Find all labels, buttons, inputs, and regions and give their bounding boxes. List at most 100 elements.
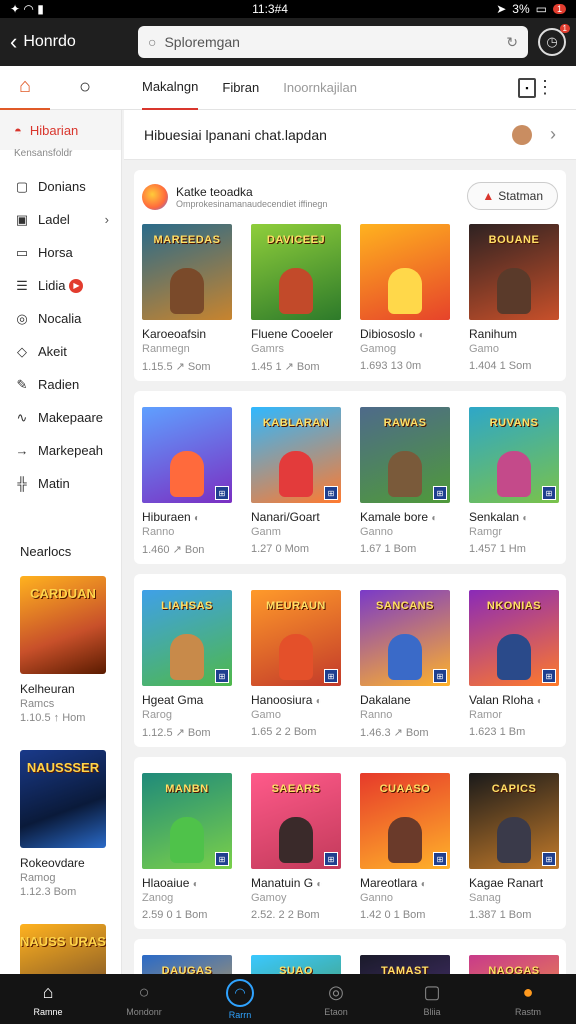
bottom-nav-play[interactable]: ◠ Rarrn: [200, 978, 280, 1020]
game-card[interactable]: TAMAST⊞: [360, 955, 450, 974]
game-card[interactable]: SUAO⊞: [251, 955, 341, 974]
bottom-nav-search[interactable]: ○ Mondonr: [104, 982, 184, 1017]
game-name-text: Karoeoafsin: [142, 327, 207, 341]
tab-inoornkajilan[interactable]: Inoornkajilan: [283, 66, 357, 110]
game-thumbnail[interactable]: DAUGAS⊞: [142, 955, 232, 974]
sidebar-item-label: Ladel: [38, 212, 70, 227]
sidebar-item-akeit[interactable]: ◇ Akeit: [0, 335, 121, 368]
game-thumbnail[interactable]: NKONIAS ⊞: [469, 590, 559, 686]
thumbnail-title: MEURAUN: [266, 600, 326, 612]
platform-badge-icon: ⊞: [433, 852, 447, 866]
back-button[interactable]: ‹ Honrdo: [10, 29, 128, 55]
game-thumbnail[interactable]: MANBN ⊞: [142, 773, 232, 869]
more-icon[interactable]: ⋮: [536, 77, 554, 98]
status-button[interactable]: ▲ Statman: [467, 182, 558, 210]
game-thumbnail[interactable]: RUVANS ⊞: [469, 407, 559, 503]
promo-banner[interactable]: Hibuesiai lpanani chat.lapdan ›: [124, 110, 576, 160]
sidebar-item-makepaare[interactable]: ∿ Makepaare: [0, 401, 121, 434]
sidebar-card[interactable]: NAUSSSER Rokeovdare Ramog 1.12.3 Bom: [0, 750, 121, 898]
game-card[interactable]: SAEARS ⊞ Manatuin G ◐ Gamoy 2.52. 2 2 Bom: [251, 773, 341, 921]
sidebar-item-active[interactable]: ◓ Hibarian: [0, 110, 121, 150]
game-thumbnail[interactable]: DAVICEEJ: [251, 224, 341, 320]
game-category: Ganm: [251, 526, 281, 538]
game-name: Fluene Cooeler: [251, 327, 341, 341]
game-card[interactable]: SANCANS ⊞ Dakalane Ranno 1.46.3 ↗ Bom: [360, 590, 450, 739]
game-card[interactable]: MAREEDAS Karoeoafsin Ranmegn 1.15.5 ↗ Som: [142, 224, 232, 373]
game-card[interactable]: LIAHSAS ⊞ Hgeat Gma Rarog 1.12.5 ↗ Bom: [142, 590, 232, 739]
game-thumbnail[interactable]: LIAHSAS ⊞: [142, 590, 232, 686]
search-tab[interactable]: ○: [50, 76, 120, 99]
search-input[interactable]: [164, 34, 499, 50]
game-card[interactable]: ⊞ Hiburaen ◐ Ranno 1.460 ↗ Bon: [142, 407, 232, 556]
home-tab[interactable]: ⌂: [0, 66, 50, 110]
game-thumbnail[interactable]: TAMAST⊞: [360, 955, 450, 974]
game-section: ⊞ Hiburaen ◐ Ranno 1.460 ↗ Bon KABLARAN ⊞ Nana…: [134, 391, 566, 564]
thumbnail-title: NKONIAS: [486, 600, 542, 612]
game-thumbnail[interactable]: SANCANS ⊞: [360, 590, 450, 686]
tab-fibran[interactable]: Fibran: [222, 66, 259, 110]
game-thumbnail[interactable]: KABLARAN ⊞: [251, 407, 341, 503]
game-thumbnail[interactable]: RAWAS ⊞: [360, 407, 450, 503]
game-name-text: Senkalan: [469, 510, 520, 524]
sidebar-item-radien[interactable]: ✎ Radien: [0, 368, 121, 401]
game-thumbnail[interactable]: NAOGAS⊞: [469, 955, 559, 974]
game-name-text: Valan Rloha: [469, 693, 534, 707]
game-card[interactable]: Dibiososlo ◐ Gamog 1.693 13 0m: [360, 224, 450, 373]
game-card[interactable]: RUVANS ⊞ Senkalan ◐ Ramgr 1.457 1 Hm: [469, 407, 559, 556]
sidebar-item-donians[interactable]: ▢ Donians: [0, 170, 121, 203]
card-sub: Ramcs: [20, 698, 55, 710]
sidebar-item-lidia[interactable]: ☰ Lidia ▶: [0, 269, 121, 302]
sidebar-card[interactable]: CARDUAN Kelheuran Ramcs 1.10.5 ↑ Hom: [0, 576, 121, 724]
bottom-nav-profile[interactable]: ● Rastm: [488, 982, 568, 1017]
game-meta: 1.42 0 1 Bom: [360, 909, 426, 921]
tab-makalngn[interactable]: Makalngn: [142, 66, 199, 110]
sidebar-item-label: Lidia: [38, 278, 66, 293]
sidebar-card[interactable]: NAUSS URAS: [0, 924, 121, 974]
window-icon[interactable]: ▪: [518, 77, 536, 98]
sidebar-item-ladel[interactable]: ▣ Ladel ›: [0, 203, 121, 236]
game-card[interactable]: CAPICS ⊞ Kagae Ranart Sanag 1.387 1 Bom: [469, 773, 559, 921]
game-thumbnail[interactable]: SAEARS ⊞: [251, 773, 341, 869]
thumbnail-title: LIAHSAS: [161, 600, 213, 612]
game-thumbnail[interactable]: BOUANE: [469, 224, 559, 320]
game-thumbnail[interactable]: SUAO⊞: [251, 955, 341, 974]
bottom-nav-home[interactable]: ⌂ Ramne: [8, 982, 88, 1017]
game-thumbnail[interactable]: NAUSS URAS: [20, 924, 106, 974]
sidebar-item-nocalia[interactable]: ◎ Nocalia: [0, 302, 121, 335]
game-card[interactable]: BOUANE Ranihum Gamo 1.404 1 Som: [469, 224, 559, 373]
notification-button[interactable]: ◷ 1: [538, 24, 570, 56]
game-thumbnail[interactable]: CUAASO ⊞: [360, 773, 450, 869]
game-card[interactable]: MANBN ⊞ Hlaoaiue ◐ Zanog 2.59 0 1 Bom: [142, 773, 232, 921]
game-card[interactable]: DAUGAS⊞: [142, 955, 232, 974]
section-subtitle: Omprokesinamanaudecendiet iffinegn: [176, 199, 328, 209]
bottom-nav-library[interactable]: ▢ Bliia: [392, 982, 472, 1017]
game-card[interactable]: MEURAUN ⊞ Hanoosiura ◐ Gamo 1.65 2 2 Bom: [251, 590, 341, 739]
game-thumbnail[interactable]: NAUSSSER: [20, 750, 106, 848]
home-icon: ⌂: [18, 75, 32, 97]
sidebar-item-matin[interactable]: ╬ Matin: [0, 467, 121, 500]
game-meta: 1.15.5 ↗ Som: [142, 361, 211, 373]
search-bar[interactable]: ○ ↻: [138, 26, 528, 58]
game-card[interactable]: KABLARAN ⊞ Nanari/Goart Ganm 1.27 0 Mom: [251, 407, 341, 556]
sidebar-item-horsa[interactable]: ▭ Horsa: [0, 236, 121, 269]
game-name: Senkalan ◐: [469, 510, 559, 524]
section-header: Katke teoadka Omprokesinamanaudecendiet …: [142, 180, 558, 214]
game-thumbnail[interactable]: ⊞: [142, 407, 232, 503]
game-name-text: Hanoosiura: [251, 693, 313, 707]
game-card[interactable]: CUAASO ⊞ Mareotlara ◐ Ganno 1.42 0 1 Bom: [360, 773, 450, 921]
game-meta: 1.12.5 ↗ Bom: [142, 727, 211, 739]
game-thumbnail[interactable]: CARDUAN: [20, 576, 106, 674]
game-thumbnail[interactable]: MEURAUN ⊞: [251, 590, 341, 686]
game-card[interactable]: NAOGAS⊞: [469, 955, 559, 974]
game-card[interactable]: NKONIAS ⊞ Valan Rloha ◐ Ramor 1.623 1 Bm: [469, 590, 559, 739]
bottom-nav-user[interactable]: ◎ Etaon: [296, 982, 376, 1017]
game-card[interactable]: RAWAS ⊞ Kamale bore ◐ Ganno 1.67 1 Bom: [360, 407, 450, 556]
game-thumbnail[interactable]: MAREEDAS: [142, 224, 232, 320]
sidebar-item-markepeah[interactable]: → Markepeah: [0, 434, 121, 467]
refresh-icon[interactable]: ↻: [506, 34, 518, 51]
game-name: Kagae Ranart: [469, 876, 559, 890]
game-card[interactable]: DAVICEEJ Fluene Cooeler Gamrs 1.45 1 ↗ Bom: [251, 224, 341, 373]
game-thumbnail[interactable]: [360, 224, 450, 320]
platform-badge-icon: ⊞: [215, 852, 229, 866]
game-thumbnail[interactable]: CAPICS ⊞: [469, 773, 559, 869]
